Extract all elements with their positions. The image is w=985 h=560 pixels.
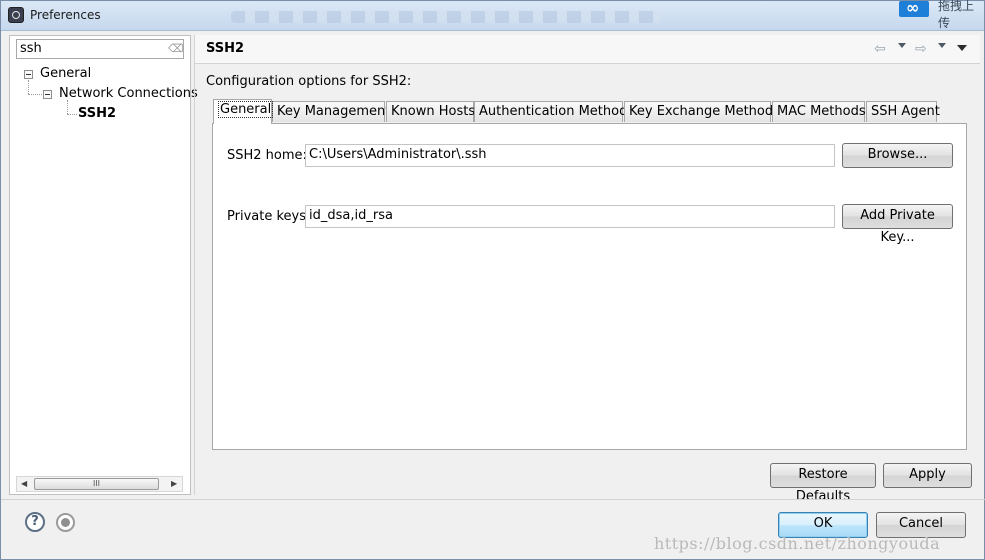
scroll-left-icon[interactable]: ◀ bbox=[21, 479, 27, 488]
tree-connector bbox=[28, 80, 29, 94]
tree-item-network-connections[interactable]: Network Connections bbox=[59, 86, 198, 101]
preferences-window: Preferences 拖拽上传 ssh ⌫ General Network C… bbox=[0, 0, 985, 560]
tab-general-label: General bbox=[218, 101, 274, 118]
tree-connector bbox=[28, 94, 42, 95]
window-title: Preferences bbox=[30, 8, 101, 22]
forward-history-dropdown-icon[interactable] bbox=[938, 43, 946, 48]
tab-key-management[interactable]: Key Management bbox=[272, 101, 390, 122]
tab-general[interactable]: General bbox=[213, 99, 274, 124]
add-private-key-button[interactable]: Add Private Key... bbox=[842, 204, 953, 245]
title-extra-text: 拖拽上传 bbox=[938, 0, 975, 30]
help-icon[interactable]: ? bbox=[25, 512, 45, 532]
filter-input-value: ssh bbox=[20, 41, 42, 56]
tab-known-hosts[interactable]: Known Hosts bbox=[386, 101, 475, 122]
filter-input[interactable]: ssh ⌫ bbox=[16, 39, 184, 59]
tree-item-general[interactable]: General bbox=[40, 66, 91, 81]
tab-ssh-agent[interactable]: SSH Agent bbox=[866, 101, 940, 122]
ssh2-home-input[interactable]: C:\Users\Administrator\.ssh bbox=[305, 144, 835, 167]
tree-horizontal-scrollbar[interactable]: ◀ III ▶ bbox=[16, 476, 183, 492]
back-arrow-icon[interactable]: ⇦ bbox=[874, 41, 886, 57]
tree-connector bbox=[67, 114, 77, 115]
tab-mac-methods[interactable]: MAC Methods bbox=[772, 101, 866, 122]
private-keys-label: Private keys: bbox=[227, 209, 311, 224]
forward-arrow-icon[interactable]: ⇨ bbox=[915, 41, 927, 57]
tab-key-exchange-methods[interactable]: Key Exchange Methods bbox=[624, 101, 780, 122]
browse-button[interactable]: Browse... bbox=[842, 143, 953, 168]
page-header: SSH2 ⇦ ⇨ bbox=[195, 35, 980, 64]
blurred-toolbar-strip bbox=[231, 11, 661, 23]
back-history-dropdown-icon[interactable] bbox=[898, 43, 906, 48]
general-tab-content: SSH2 home: C:\Users\Administrator\.ssh B… bbox=[212, 123, 967, 450]
page-title: SSH2 bbox=[206, 41, 245, 56]
footer-divider bbox=[1, 499, 985, 500]
private-keys-input[interactable]: id_dsa,id_rsa bbox=[305, 205, 835, 228]
view-menu-icon[interactable] bbox=[957, 45, 967, 51]
preference-page: SSH2 ⇦ ⇨ Configuration options for SSH2:… bbox=[194, 35, 980, 504]
ssh2-home-label: SSH2 home: bbox=[227, 148, 307, 163]
collapse-network-connections-icon[interactable] bbox=[43, 90, 52, 99]
tree-connector bbox=[67, 100, 68, 114]
title-bar: Preferences 拖拽上传 bbox=[1, 0, 984, 31]
eclipse-icon bbox=[8, 7, 24, 23]
restore-defaults-button[interactable]: Restore Defaults bbox=[770, 463, 876, 504]
clear-filter-icon[interactable]: ⌫ bbox=[168, 43, 184, 54]
preference-tree-panel: ssh ⌫ General Network Connections SSH2 ◀… bbox=[9, 35, 198, 495]
page-description: Configuration options for SSH2: bbox=[206, 74, 412, 89]
apply-button[interactable]: Apply bbox=[883, 463, 972, 488]
record-macro-icon[interactable] bbox=[56, 513, 75, 532]
watermark-text: https://blog.csdn.net/zhongyouda bbox=[654, 534, 941, 553]
collapse-general-icon[interactable] bbox=[24, 70, 33, 79]
tree-item-ssh2[interactable]: SSH2 bbox=[78, 106, 116, 121]
cloud-logo-icon bbox=[899, 0, 929, 17]
scroll-right-icon[interactable]: ▶ bbox=[171, 479, 177, 488]
tab-authentication-methods[interactable]: Authentication Methods bbox=[474, 101, 634, 122]
scroll-thumb[interactable]: III bbox=[34, 478, 159, 490]
